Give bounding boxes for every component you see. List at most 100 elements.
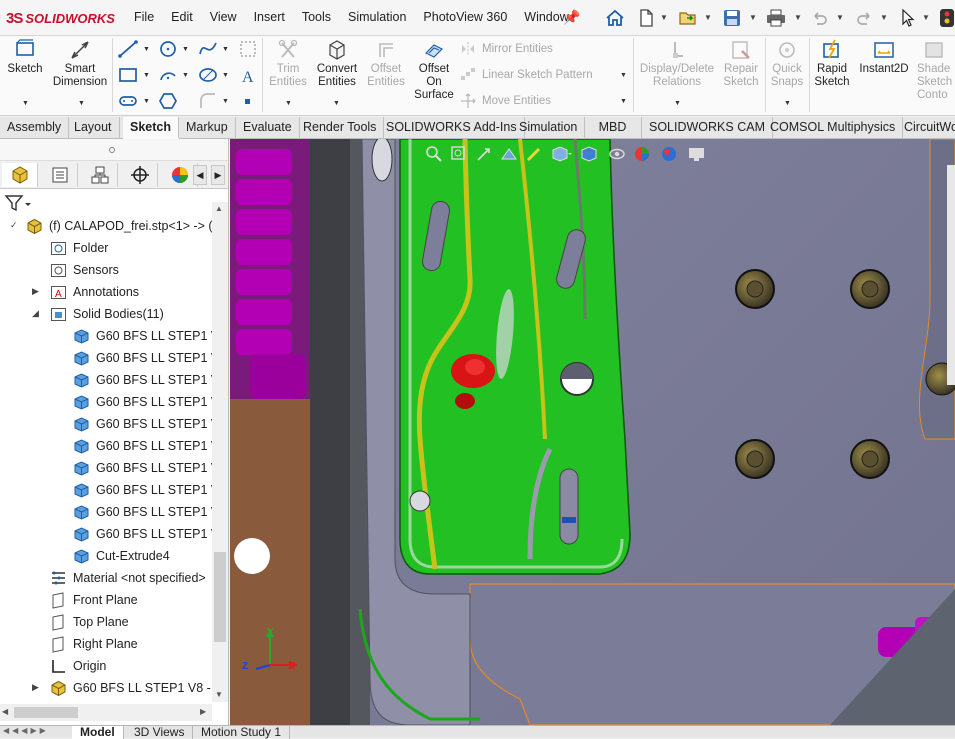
home-icon[interactable] <box>603 6 627 30</box>
tree-last-feature[interactable]: G60 BFS LL STEP1 V8 - Mill <box>50 677 228 699</box>
chevron-down-icon[interactable]: ▼ <box>143 72 150 79</box>
pin-icon[interactable]: 📌 <box>563 9 580 26</box>
construction-geometry-icon[interactable] <box>238 40 258 58</box>
tree-solid-body[interactable]: G60 BFS LL STEP1 V8 - <box>73 435 228 457</box>
instant2d-button[interactable]: Instant2D <box>856 39 912 76</box>
tab-markup[interactable]: Markup <box>179 117 236 139</box>
collapse-icon[interactable]: ◢ <box>32 308 39 319</box>
scrollbar-thumb[interactable] <box>14 707 78 718</box>
menu-view[interactable]: View <box>210 10 237 24</box>
tree-top-plane[interactable]: Top Plane <box>50 611 129 633</box>
feature-manager-tab-icon[interactable] <box>2 163 38 187</box>
tree-vertical-scrollbar[interactable]: ▲ ▼ <box>212 202 228 702</box>
tab-mbd[interactable]: MBD <box>584 117 642 139</box>
tree-material[interactable]: Material <not specified> <box>50 567 206 589</box>
tab-render-tools[interactable]: Render Tools <box>296 117 385 139</box>
chevron-down-icon[interactable]: ▼ <box>285 100 292 107</box>
point-icon[interactable] <box>238 92 258 110</box>
menu-insert[interactable]: Insert <box>254 10 285 24</box>
tree-right-plane[interactable]: Right Plane <box>50 633 138 655</box>
print-icon[interactable] <box>764 6 788 30</box>
sketch-button[interactable]: Sketch <box>4 39 46 76</box>
view-settings-icon[interactable] <box>687 145 707 163</box>
tree-solid-body[interactable]: G60 BFS LL STEP1 V8 - <box>73 523 228 545</box>
save-icon[interactable] <box>720 6 744 30</box>
chevron-down-icon[interactable]: ▼ <box>182 46 189 53</box>
chevron-down-icon[interactable]: ▼ <box>222 98 229 105</box>
edit-appearance-icon[interactable] <box>633 145 653 163</box>
tree-sensors[interactable]: Sensors <box>50 259 119 281</box>
chevron-down-icon[interactable]: ▼ <box>836 13 844 22</box>
tree-solid-bodies[interactable]: Solid Bodies(11) <box>50 303 164 325</box>
smart-dimension-button[interactable]: Smart Dimension <box>50 39 110 89</box>
tree-solid-body[interactable]: G60 BFS LL STEP1 V8 - <box>73 325 228 347</box>
zoom-to-area-icon[interactable] <box>450 145 468 163</box>
tab-navigation-icons[interactable]: ◀◀◀▶▶ <box>0 726 70 739</box>
display-style-icon[interactable] <box>579 145 601 163</box>
chevron-right-icon[interactable]: ▶ <box>211 165 225 185</box>
tree-cut-extrude[interactable]: Cut-Extrude4 <box>73 545 170 567</box>
tab-motion-study[interactable]: Motion Study 1 <box>193 726 291 739</box>
chevron-down-icon[interactable]: ▼ <box>704 13 712 22</box>
chevron-down-icon[interactable]: ▼ <box>333 100 340 107</box>
zoom-to-fit-icon[interactable] <box>425 145 443 163</box>
tab-3d-views[interactable]: 3D Views <box>126 726 194 739</box>
tab-model[interactable]: Model <box>72 726 124 739</box>
offset-on-surface-button[interactable]: Offset On Surface <box>412 39 456 102</box>
chevron-down-icon[interactable]: ▼ <box>674 100 681 107</box>
tree-root-part[interactable]: (f) CALAPOD_frei.stp<1> -> (D <box>26 215 222 237</box>
tree-solid-body[interactable]: G60 BFS LL STEP1 V8 - <box>73 479 228 501</box>
line-icon[interactable] <box>118 40 138 58</box>
offset-entities-button[interactable]: Offset Entities <box>364 39 408 89</box>
redo-icon[interactable] <box>852 6 876 30</box>
spline-icon[interactable] <box>198 40 218 58</box>
options-icon[interactable] <box>935 6 955 30</box>
chevron-down-icon[interactable]: ▼ <box>794 13 802 22</box>
menu-photoview[interactable]: PhotoView 360 <box>423 10 507 24</box>
section-view-icon[interactable] <box>500 145 518 163</box>
move-entities-button[interactable]: Move Entities <box>460 93 551 109</box>
select-icon[interactable] <box>896 6 920 30</box>
tree-solid-body[interactable]: G60 BFS LL STEP1 V8 - <box>73 369 228 391</box>
dimxpert-tab-icon[interactable] <box>122 163 158 187</box>
tab-layout[interactable]: Layout <box>67 117 120 139</box>
repair-sketch-button[interactable]: Repair Sketch <box>719 39 763 89</box>
scroll-down-icon[interactable]: ▼ <box>215 690 223 699</box>
chevron-down-icon[interactable]: ▼ <box>222 72 229 79</box>
scroll-up-icon[interactable]: ▲ <box>215 204 223 213</box>
arc-icon[interactable] <box>158 66 178 84</box>
chevron-down-icon[interactable]: ▼ <box>620 98 627 105</box>
menu-tools[interactable]: Tools <box>302 10 331 24</box>
tree-origin[interactable]: Origin <box>50 655 106 677</box>
tree-front-plane[interactable]: Front Plane <box>50 589 138 611</box>
text-icon[interactable]: A <box>238 66 258 84</box>
mirror-entities-button[interactable]: Mirror Entities <box>460 41 553 57</box>
tree-solid-body[interactable]: G60 BFS LL STEP1 V8 - <box>73 391 228 413</box>
tab-simulation[interactable]: Simulation <box>512 117 586 139</box>
chevron-down-icon[interactable]: ▼ <box>22 100 29 107</box>
menu-file[interactable]: File <box>134 10 154 24</box>
tab-assembly[interactable]: Assembly <box>0 117 70 139</box>
tab-comsol[interactable]: COMSOL Multiphysics <box>763 117 904 139</box>
tab-evaluate[interactable]: Evaluate <box>236 117 300 139</box>
previous-view-icon[interactable] <box>475 145 493 163</box>
trim-entities-button[interactable]: Trim Entities <box>266 39 310 89</box>
slot-icon[interactable] <box>118 92 138 110</box>
chevron-down-icon[interactable]: ▼ <box>143 98 150 105</box>
tree-annotations[interactable]: A Annotations <box>50 281 139 303</box>
new-document-icon[interactable] <box>634 6 658 30</box>
quick-snaps-button[interactable]: Quick Snaps <box>767 39 807 89</box>
fillet-icon[interactable] <box>198 92 218 110</box>
expand-icon[interactable]: ▶ <box>32 286 39 297</box>
configuration-manager-tab-icon[interactable] <box>82 163 118 187</box>
chevron-down-icon[interactable]: ▼ <box>620 72 627 79</box>
chevron-down-icon[interactable]: ▼ <box>784 100 791 107</box>
tree-folder[interactable]: Folder <box>50 237 108 259</box>
scroll-right-icon[interactable]: ▶ <box>200 707 206 716</box>
open-icon[interactable] <box>676 6 700 30</box>
tree-solid-body[interactable]: G60 BFS LL STEP1 V8 - <box>73 457 228 479</box>
convert-entities-button[interactable]: Convert Entities <box>313 39 361 89</box>
panel-collapse-bar[interactable] <box>0 139 228 161</box>
property-manager-tab-icon[interactable] <box>42 163 78 187</box>
collapse-handle-icon[interactable] <box>108 146 116 154</box>
